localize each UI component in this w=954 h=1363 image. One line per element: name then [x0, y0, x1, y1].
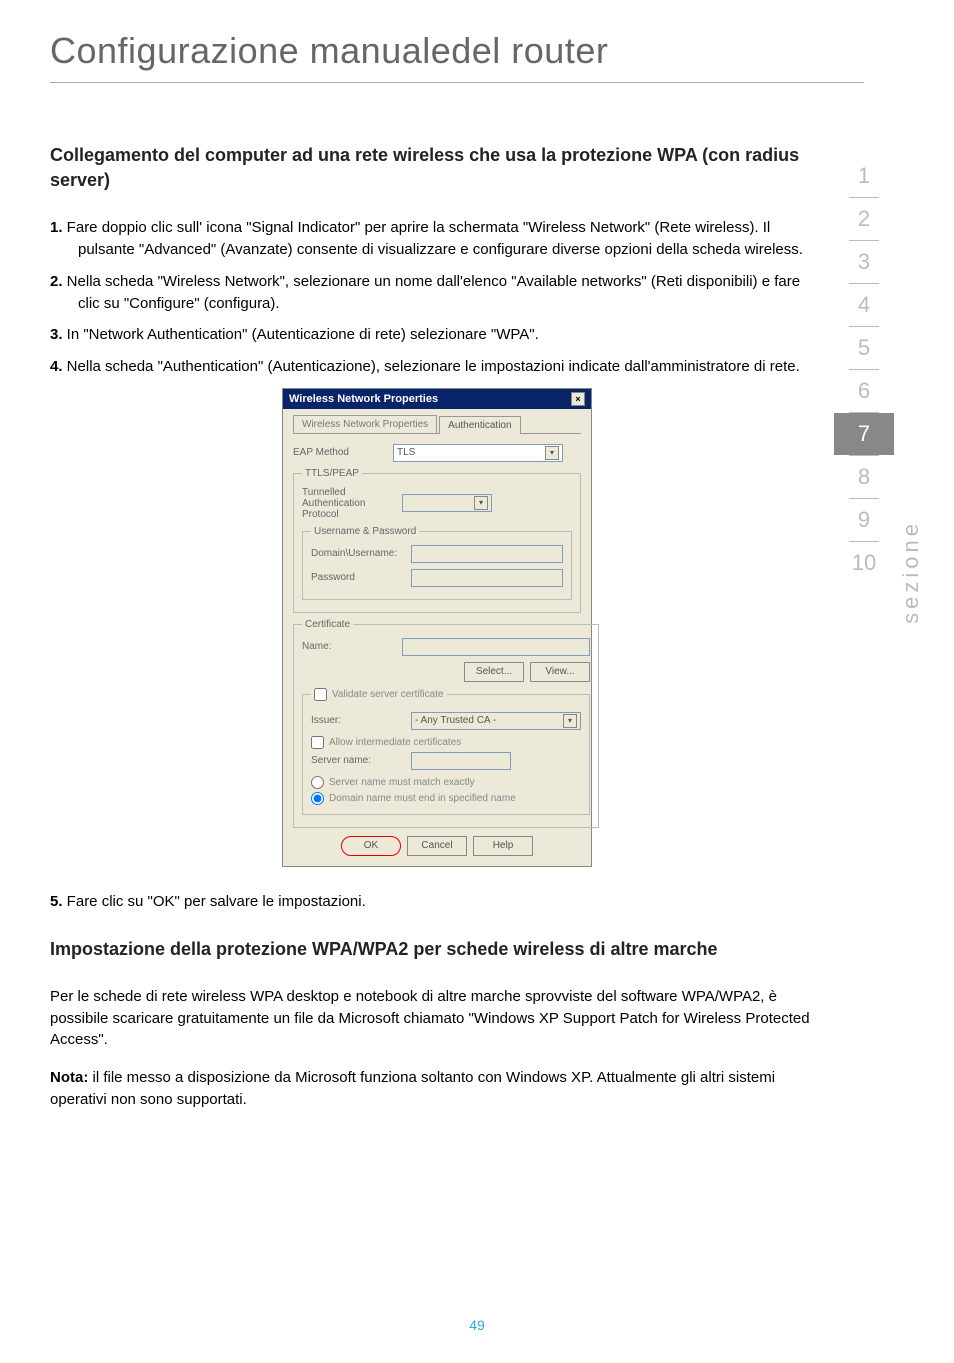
dialog-screenshot: Wireless Network Properties × Wireless N… [50, 388, 824, 867]
nota-label: Nota: [50, 1069, 88, 1086]
help-button[interactable]: Help [473, 836, 533, 856]
cancel-button[interactable]: Cancel [407, 836, 467, 856]
page-title: Configurazione manualedel router [0, 0, 954, 82]
radio-exact-label: Server name must match exactly [329, 777, 475, 788]
certificate-fieldset: Certificate Name: Select... View... Vali… [293, 619, 599, 828]
chevron-down-icon: ▾ [474, 496, 488, 510]
nav-item-3[interactable]: 3 [834, 241, 894, 283]
validate-fieldset: Validate server certificate Issuer: - An… [302, 688, 590, 815]
step-5: 5. Fare clic su "OK" per salvare le impo… [50, 891, 824, 913]
step-list-2: 5. Fare clic su "OK" per salvare le impo… [50, 891, 824, 913]
cert-name-field[interactable] [402, 638, 590, 656]
issuer-label: Issuer: [311, 715, 411, 726]
nav-item-4[interactable]: 4 [834, 284, 894, 326]
radio-domain-end[interactable]: Domain name must end in specified name [311, 792, 581, 805]
password-label: Password [311, 572, 411, 583]
section-heading-1: Collegamento del computer ad una rete wi… [50, 143, 824, 193]
allow-intermediate-input[interactable] [311, 736, 324, 749]
radio-exact-match[interactable]: Server name must match exactly [311, 776, 581, 789]
allow-label: Allow intermediate certificates [329, 737, 461, 748]
section-heading-2: Impostazione della protezione WPA/WPA2 p… [50, 937, 824, 962]
tab-authentication[interactable]: Authentication [439, 416, 520, 434]
wireless-properties-dialog: Wireless Network Properties × Wireless N… [282, 388, 592, 867]
nav-item-6[interactable]: 6 [834, 370, 894, 412]
step-3: 3. In "Network Authentication" (Autentic… [50, 324, 824, 346]
cert-name-label: Name: [302, 641, 402, 652]
validate-label: Validate server certificate [332, 689, 444, 700]
validate-checkbox[interactable]: Validate server certificate [311, 688, 447, 701]
dialog-title: Wireless Network Properties [289, 393, 438, 405]
user-fieldset: Username & Password Domain\Username: Pas… [302, 526, 572, 600]
password-field[interactable] [411, 569, 563, 587]
close-icon[interactable]: × [571, 392, 585, 406]
paragraph-1: Per le schede di rete wireless WPA deskt… [50, 986, 824, 1051]
step-1: 1. Fare doppio clic sull' icona "Signal … [50, 217, 824, 261]
ttls-legend: TTLS/PEAP [302, 468, 362, 479]
paragraph-2: Nota: il file messo a disposizione da Mi… [50, 1067, 824, 1111]
server-name-label: Server name: [311, 755, 411, 766]
nav-item-9[interactable]: 9 [834, 499, 894, 541]
nav-item-10[interactable]: 10 [834, 542, 894, 584]
vertical-section-label: sezione [898, 520, 924, 624]
ok-button[interactable]: OK [341, 836, 401, 856]
nav-item-7[interactable]: 7 [834, 413, 894, 455]
domain-label: Domain\Username: [311, 548, 411, 559]
eap-method-value: TLS [397, 447, 415, 458]
chevron-down-icon: ▾ [563, 714, 577, 728]
tunnelled-dropdown[interactable]: ▾ [402, 494, 492, 512]
content: Collegamento del computer ad una rete wi… [0, 83, 954, 1111]
step-2: 2. Nella scheda "Wireless Network", sele… [50, 271, 824, 315]
select-button[interactable]: Select... [464, 662, 524, 682]
issuer-value: - Any Trusted CA - [415, 715, 496, 726]
server-name-field[interactable] [411, 752, 511, 770]
radio-domain-label: Domain name must end in specified name [329, 793, 516, 804]
chevron-down-icon: ▾ [545, 446, 559, 460]
validate-checkbox-input[interactable] [314, 688, 327, 701]
nav-item-5[interactable]: 5 [834, 327, 894, 369]
eap-method-dropdown[interactable]: TLS ▾ [393, 444, 563, 462]
user-legend: Username & Password [311, 526, 419, 537]
cert-legend: Certificate [302, 619, 353, 630]
section-nav: 1 2 3 4 5 6 7 8 9 10 [834, 155, 894, 584]
paragraph-2-text: il file messo a disposizione da Microsof… [50, 1069, 775, 1108]
issuer-dropdown[interactable]: - Any Trusted CA - ▾ [411, 712, 581, 730]
page-number: 49 [0, 1317, 954, 1333]
radio-exact-input[interactable] [311, 776, 324, 789]
radio-domain-input[interactable] [311, 792, 324, 805]
nav-item-1[interactable]: 1 [834, 155, 894, 197]
allow-intermediate-checkbox[interactable]: Allow intermediate certificates [311, 736, 581, 749]
dialog-titlebar: Wireless Network Properties × [283, 389, 591, 409]
nav-item-8[interactable]: 8 [834, 456, 894, 498]
domain-field[interactable] [411, 545, 563, 563]
dialog-tabs: Wireless Network Properties Authenticati… [293, 415, 581, 434]
ttls-fieldset: TTLS/PEAP Tunnelled Authentication Proto… [293, 468, 581, 613]
tunnelled-label: Tunnelled Authentication Protocol [302, 487, 402, 520]
step-list-1: 1. Fare doppio clic sull' icona "Signal … [50, 217, 824, 378]
eap-method-label: EAP Method [293, 447, 393, 458]
nav-item-2[interactable]: 2 [834, 198, 894, 240]
view-button[interactable]: View... [530, 662, 590, 682]
tab-properties[interactable]: Wireless Network Properties [293, 415, 437, 433]
step-4: 4. Nella scheda "Authentication" (Autent… [50, 356, 824, 378]
